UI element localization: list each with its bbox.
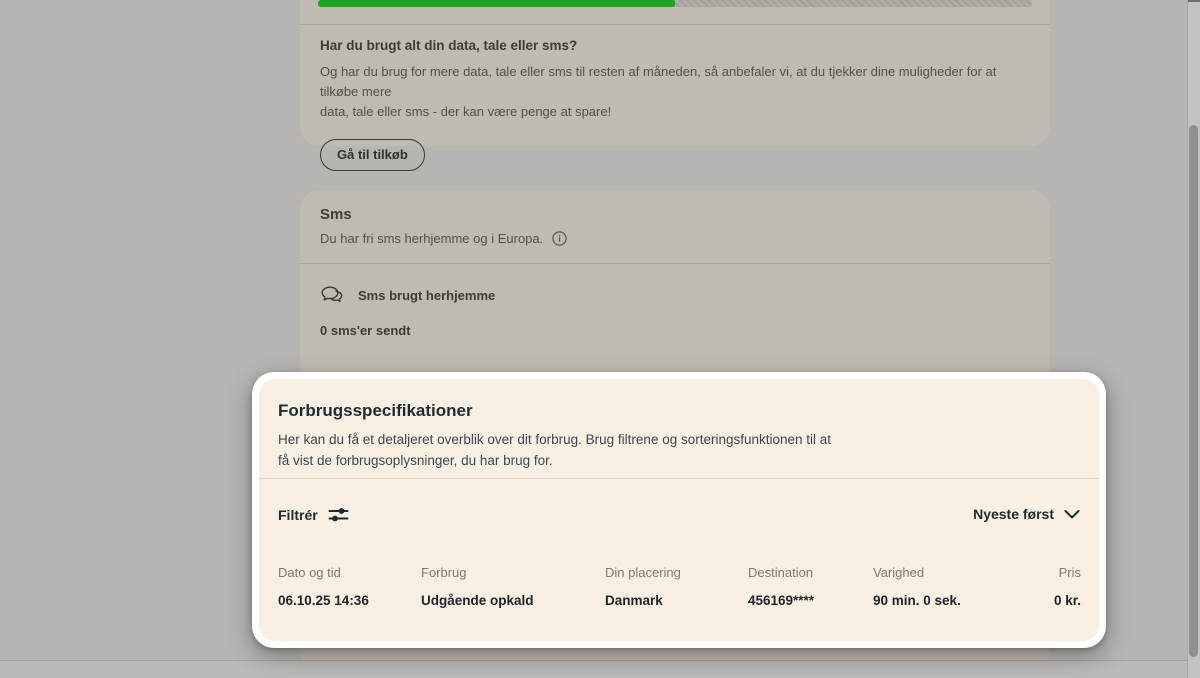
header-usage-type: Forbrug — [421, 565, 605, 580]
sort-selected-value: Nyeste først — [973, 506, 1054, 522]
footer-divider — [0, 660, 1200, 661]
card-section-divider — [300, 263, 1050, 264]
spotlight-description: Her kan du få et detaljeret overblik ove… — [278, 429, 831, 471]
sort-dropdown[interactable]: Nyeste først — [973, 506, 1080, 522]
card-section-divider — [300, 24, 1050, 25]
upsell-body: Og har du brug for mere data, tale eller… — [320, 62, 1030, 122]
consumption-specifications-card: Forbrugsspecifikationer Her kan du få et… — [252, 372, 1106, 648]
spotlight-description-line1: Her kan du få et detaljeret overblik ove… — [278, 432, 831, 447]
header-your-location: Din placering — [605, 565, 748, 580]
chat-bubbles-icon — [320, 285, 344, 305]
usage-progress-bar — [318, 0, 1032, 7]
filter-label: Filtrér — [278, 507, 318, 523]
usage-table: Dato og tid Forbrug Din placering Destin… — [278, 565, 1081, 608]
info-icon[interactable] — [552, 231, 567, 246]
upsell-heading: Har du brugt alt din data, tale eller sm… — [320, 38, 1030, 53]
page-footer-area — [0, 661, 1200, 678]
sms-card-subtitle: Du har fri sms herhjemme og i Europa. — [320, 231, 543, 246]
usage-progress-fill — [318, 0, 675, 7]
cell-date-time: 06.10.25 14:36 — [278, 593, 421, 608]
header-destination: Destination — [748, 565, 873, 580]
sms-usage-value: 0 sms'er sendt — [320, 323, 411, 338]
cell-usage-type: Udgående opkald — [421, 593, 605, 608]
usage-table-row: 06.10.25 14:36 Udgående opkald Danmark 4… — [278, 593, 1081, 608]
sms-card-title: Sms — [320, 206, 352, 223]
usage-upsell-card: Har du brugt alt din data, tale eller sm… — [300, 0, 1050, 146]
upsell-body-line2: data, tale eller sms - der kan være peng… — [320, 104, 611, 119]
upsell-body-line1: Og har du brug for mere data, tale eller… — [320, 64, 996, 99]
cell-duration: 90 min. 0 sek. — [873, 593, 1020, 608]
sms-usage-label: Sms brugt herhjemme — [358, 288, 495, 303]
header-price: Pris — [1020, 565, 1081, 580]
go-to-addons-button[interactable]: Gå til tilkøb — [320, 139, 425, 171]
chevron-down-icon — [1064, 510, 1080, 519]
spotlight-divider — [259, 478, 1099, 479]
header-duration: Varighed — [873, 565, 1020, 580]
header-date-time: Dato og tid — [278, 565, 421, 580]
spotlight-title: Forbrugsspecifikationer — [278, 401, 473, 421]
scrollbar-thumb[interactable] — [1189, 125, 1198, 657]
scrollbar-top-cap — [1188, 0, 1200, 2]
spotlight-description-line2: få vist de forbrugsoplysninger, du har b… — [278, 453, 553, 468]
scrollbar-track[interactable] — [1187, 0, 1200, 678]
sliders-icon — [328, 506, 349, 523]
consumption-specifications-inner: Forbrugsspecifikationer Her kan du få et… — [259, 379, 1099, 641]
filter-button[interactable]: Filtrér — [278, 506, 349, 523]
usage-table-header: Dato og tid Forbrug Din placering Destin… — [278, 565, 1081, 580]
cell-destination: 456169**** — [748, 593, 873, 608]
cell-price: 0 kr. — [1020, 593, 1081, 608]
cell-your-location: Danmark — [605, 593, 748, 608]
